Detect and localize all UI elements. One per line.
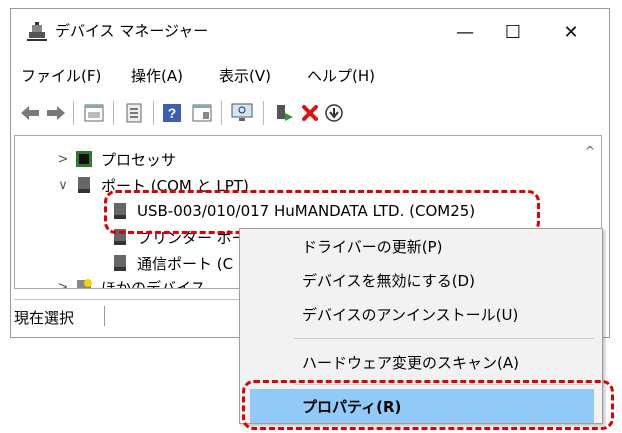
uninstall-x-icon[interactable] xyxy=(299,102,321,124)
menu-help[interactable]: ヘルプ(H) xyxy=(307,65,375,86)
update-driver-icon[interactable] xyxy=(191,102,213,124)
menu-item-uninstall-device[interactable]: デバイスのアンインストール(U) xyxy=(240,297,602,331)
tree-item-label: 通信ポート (C xyxy=(137,254,234,273)
tree-item-other-devices[interactable]: > ほかのデバイス xyxy=(55,274,206,289)
status-separator xyxy=(104,306,105,326)
port-icon xyxy=(78,177,90,193)
collapse-arrow-icon[interactable]: ∨ xyxy=(55,178,71,193)
device-manager-app-icon xyxy=(27,22,47,41)
toolbar-separator xyxy=(73,101,74,125)
toolbar-separator xyxy=(263,101,264,125)
tree-item-comm-port[interactable]: 通信ポート (C xyxy=(111,250,233,276)
toolbar-separator xyxy=(113,101,114,125)
properties-view-icon[interactable] xyxy=(83,102,105,124)
window-title: デバイス マネージャー xyxy=(55,22,209,40)
menu-item-disable-device[interactable]: デバイスを無効にする(D) xyxy=(240,263,602,297)
tree-item-processors[interactable]: > プロセッサ xyxy=(55,146,176,172)
forward-arrow-icon[interactable] xyxy=(45,102,67,124)
title-bar: デバイス マネージャー — ☐ ✕ xyxy=(11,9,609,55)
menu-item-update-driver[interactable]: ドライバーの更新(P) xyxy=(240,229,602,263)
tree-item-label: ほかのデバイス xyxy=(101,278,206,289)
menu-file[interactable]: ファイル(F) xyxy=(21,65,101,86)
tree-item-label: プロセッサ xyxy=(101,150,177,169)
maximize-button[interactable]: ☐ xyxy=(493,17,533,47)
menu-action[interactable]: 操作(A) xyxy=(131,65,183,86)
monitor-scan-icon[interactable] xyxy=(231,102,253,124)
list-view-icon[interactable] xyxy=(123,102,145,124)
help-icon[interactable]: ? xyxy=(161,102,183,124)
unknown-device-icon xyxy=(77,279,92,288)
expand-arrow-icon[interactable]: > xyxy=(55,280,71,289)
annotation-highlight-properties xyxy=(242,380,614,430)
port-icon xyxy=(114,255,126,271)
status-text: 現在選択 xyxy=(14,309,75,327)
close-button[interactable]: ✕ xyxy=(551,17,591,47)
menu-bar: ファイル(F) 操作(A) 表示(V) ヘルプ(H) xyxy=(11,61,609,89)
scroll-up-arrow-icon[interactable]: ^ xyxy=(585,144,595,158)
enable-device-icon[interactable] xyxy=(273,102,295,124)
menu-separator xyxy=(294,338,594,339)
processor-icon xyxy=(76,151,92,167)
menu-item-scan-hardware[interactable]: ハードウェア変更のスキャン(A) xyxy=(240,345,602,379)
toolbar-separator xyxy=(153,101,154,125)
menu-view[interactable]: 表示(V) xyxy=(219,65,271,86)
toolbar-separator xyxy=(221,101,222,125)
back-arrow-icon[interactable] xyxy=(19,102,41,124)
toolbar: ? xyxy=(11,95,609,129)
expand-arrow-icon[interactable]: > xyxy=(55,152,71,167)
svg-text:?: ? xyxy=(168,105,177,121)
minimize-button[interactable]: — xyxy=(445,17,485,47)
download-driver-icon[interactable] xyxy=(323,102,345,124)
